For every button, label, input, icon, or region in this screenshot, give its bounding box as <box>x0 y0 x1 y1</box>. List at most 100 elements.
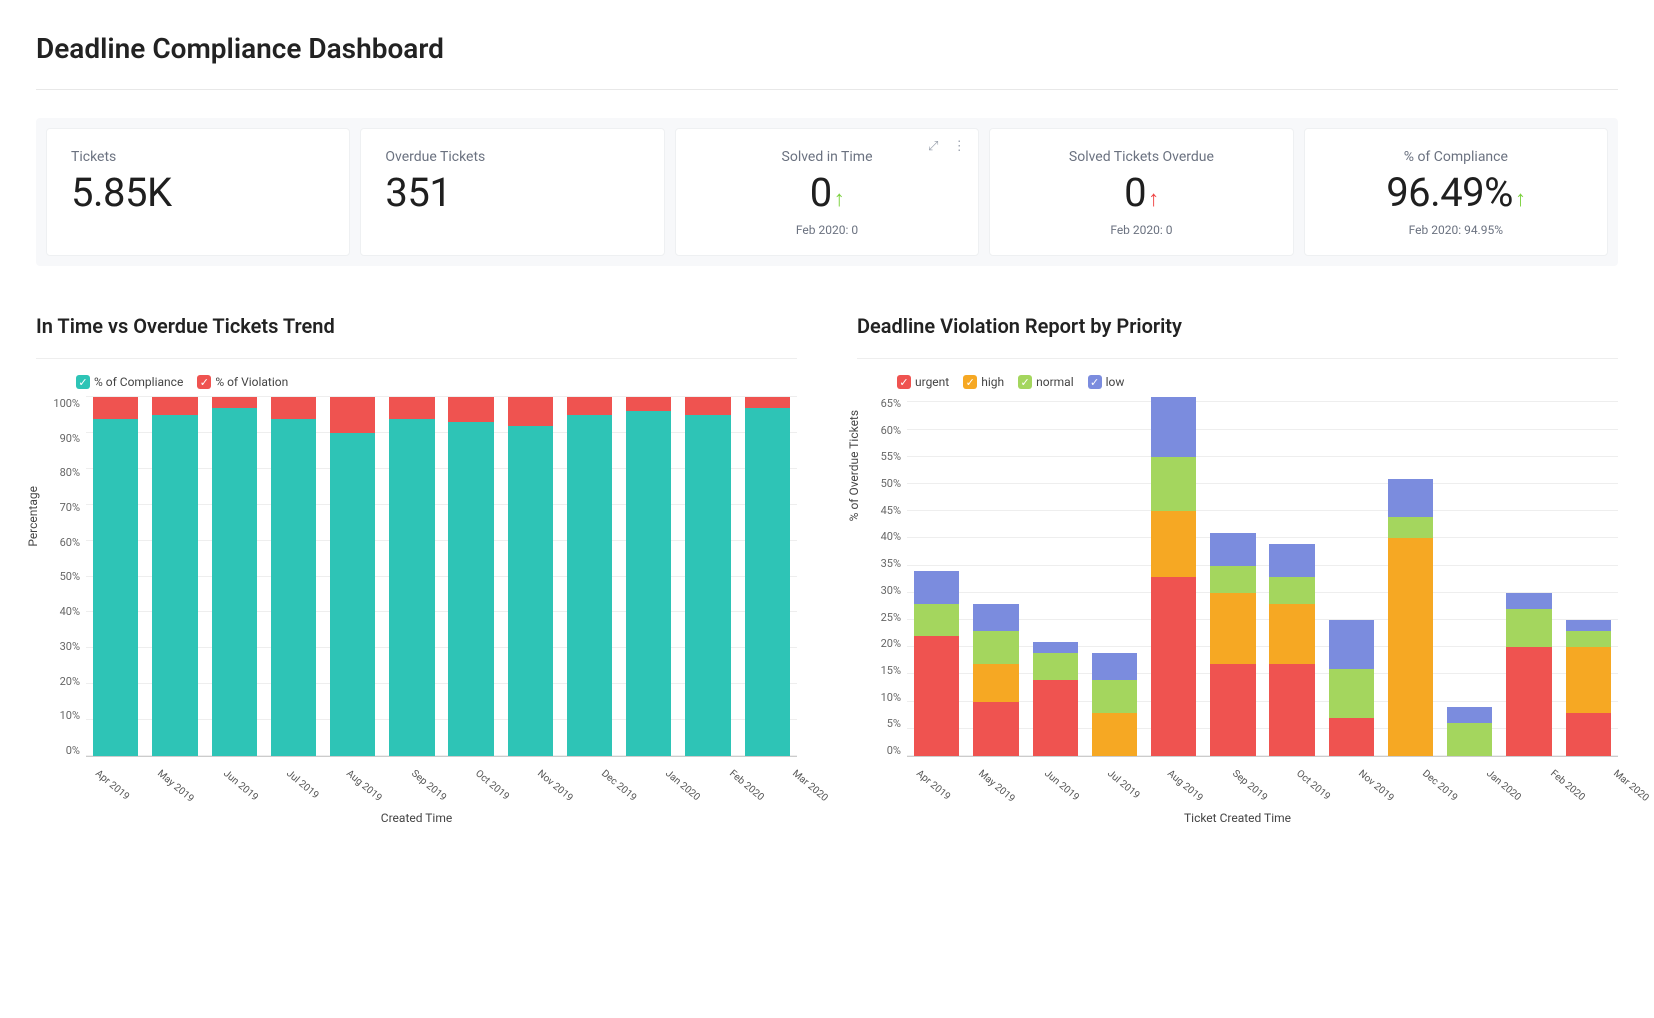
bar-group[interactable] <box>389 397 434 756</box>
y-tick: 0% <box>66 744 80 757</box>
bar-segment <box>973 631 1018 664</box>
legend-item[interactable]: low <box>1088 375 1125 389</box>
bar-group[interactable] <box>1033 397 1078 756</box>
bar-group[interactable] <box>1506 397 1551 756</box>
bar-group[interactable] <box>152 397 197 756</box>
kpi-card[interactable]: Solved Tickets Overdue0Feb 2020: 0 <box>989 128 1293 256</box>
kpi-label: Tickets <box>71 149 325 165</box>
kpi-card[interactable]: Tickets 5.85K <box>46 128 350 256</box>
y-tick: 50% <box>60 570 80 583</box>
kpi-row: Tickets 5.85K Overdue Tickets 351 ⤢ ⋮Solved i… <box>36 118 1618 266</box>
bar-segment <box>448 422 493 756</box>
y-tick: 5% <box>887 717 901 730</box>
kpi-label: Overdue Tickets <box>385 149 639 165</box>
bar-segment <box>448 397 493 422</box>
bar-segment <box>1210 566 1255 593</box>
kpi-card[interactable]: ⤢⋮Solved in Time0Feb 2020: 0 <box>675 128 979 256</box>
y-tick: 40% <box>881 530 901 543</box>
kpi-card[interactable]: % of Compliance96.49%Feb 2020: 94.95% <box>1304 128 1608 256</box>
legend-label: % of Violation <box>215 375 288 389</box>
bar-group[interactable] <box>271 397 316 756</box>
legend-label: % of Compliance <box>94 375 183 389</box>
bar-group[interactable] <box>1329 397 1374 756</box>
bar-group[interactable] <box>745 397 790 756</box>
legend-label: urgent <box>915 375 949 389</box>
bar-group[interactable] <box>330 397 375 756</box>
bar-segment <box>1388 538 1433 756</box>
kpi-subtext: Feb 2020: 94.95% <box>1329 223 1583 237</box>
page-title: Deadline Compliance Dashboard <box>36 32 1618 65</box>
bar-segment <box>389 397 434 419</box>
bar-segment <box>626 411 671 756</box>
bar-segment <box>567 397 612 415</box>
bar-segment <box>1269 664 1314 756</box>
legend-swatch <box>76 375 90 389</box>
bar-group[interactable] <box>1151 397 1196 756</box>
bar-segment <box>152 397 197 415</box>
expand-icon[interactable]: ⤢ <box>924 137 942 155</box>
bar-segment <box>508 426 553 756</box>
bar-group[interactable] <box>1269 397 1314 756</box>
bar-segment <box>1566 713 1611 757</box>
y-tick: 10% <box>881 691 901 704</box>
legend-item[interactable]: % of Compliance <box>76 375 183 389</box>
bar-segment <box>745 397 790 408</box>
kpi-label: Solved in Time <box>700 149 954 165</box>
legend-swatch <box>897 375 911 389</box>
bar-group[interactable] <box>626 397 671 756</box>
kpi-value: 5.85K <box>71 171 325 215</box>
bar-group[interactable] <box>1210 397 1255 756</box>
kpi-value: 351 <box>385 171 639 215</box>
bar-group[interactable] <box>914 397 959 756</box>
legend-label: normal <box>1036 375 1074 389</box>
bar-group[interactable] <box>1388 397 1433 756</box>
legend-item[interactable]: high <box>963 375 1004 389</box>
y-tick: 30% <box>60 640 80 653</box>
bar-segment <box>1447 707 1492 723</box>
legend-item[interactable]: normal <box>1018 375 1074 389</box>
bar-group[interactable] <box>685 397 730 756</box>
legend-item[interactable]: urgent <box>897 375 949 389</box>
bar-group[interactable] <box>212 397 257 756</box>
bar-segment <box>1033 680 1078 756</box>
bar-segment <box>212 408 257 756</box>
bar-segment <box>914 571 959 604</box>
bar-segment <box>1329 718 1374 756</box>
bar-group[interactable] <box>508 397 553 756</box>
bar-group[interactable] <box>1566 397 1611 756</box>
legend-item[interactable]: % of Violation <box>197 375 288 389</box>
bar-segment <box>1329 669 1374 718</box>
y-tick: 0% <box>887 744 901 757</box>
y-tick: 55% <box>881 450 901 463</box>
bar-segment <box>1151 577 1196 757</box>
bar-group[interactable] <box>448 397 493 756</box>
bar-group[interactable] <box>1092 397 1137 756</box>
y-axis: 65%60%55%50%45%40%35%30%25%20%15%10%5%0% <box>857 397 907 757</box>
divider <box>36 89 1618 90</box>
bar-group[interactable] <box>567 397 612 756</box>
bar-segment <box>914 604 959 637</box>
bar-segment <box>152 415 197 756</box>
bar-segment <box>567 415 612 756</box>
y-axis: 100%90%80%70%60%50%40%30%20%10%0% <box>36 397 86 757</box>
y-tick: 90% <box>60 432 80 445</box>
bar-group[interactable] <box>973 397 1018 756</box>
bar-segment <box>1566 631 1611 647</box>
bar-segment <box>389 419 434 756</box>
y-tick: 25% <box>881 611 901 624</box>
chart-legend: % of Compliance % of Violation <box>36 375 797 389</box>
bars <box>907 397 1618 756</box>
bar-segment <box>1566 620 1611 631</box>
y-tick: 20% <box>881 637 901 650</box>
bar-segment <box>1092 653 1137 680</box>
plot-body <box>86 397 797 757</box>
bar-group[interactable] <box>1447 397 1492 756</box>
bar-group[interactable] <box>93 397 138 756</box>
y-tick: 70% <box>60 501 80 514</box>
bar-segment <box>973 604 1018 631</box>
bar-segment <box>1388 479 1433 517</box>
chart-plot: Percentage 100%90%80%70%60%50%40%30%20%1… <box>36 397 797 757</box>
kpi-card[interactable]: Overdue Tickets 351 <box>360 128 664 256</box>
more-icon[interactable]: ⋮ <box>950 137 968 155</box>
y-tick: 50% <box>881 477 901 490</box>
